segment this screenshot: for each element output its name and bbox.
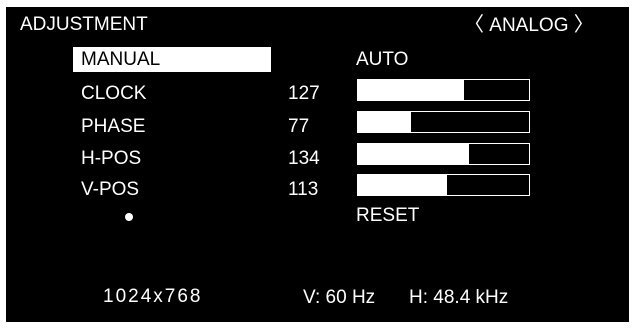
input-mode-indicator: 〈 ANALOG 〉 [464,14,594,37]
phase-value: 77 [288,116,310,137]
phase-slider-fill [358,112,411,132]
mode-left-bracket: 〈 [464,14,484,36]
bullet-dot-icon [125,213,133,221]
menu-title: ADJUSTMENT [20,14,148,35]
reset-button[interactable]: RESET [356,205,419,227]
resolution-readout: 1024x768 [103,286,203,307]
v-pos-label: V-POS [81,179,140,200]
v-pos-slider[interactable] [357,174,530,196]
h-pos-label: H-POS [81,148,142,169]
clock-slider-fill [358,80,465,100]
h-pos-value: 134 [288,148,320,169]
h-pos-slider[interactable] [357,143,530,165]
clock-slider[interactable] [357,79,530,101]
tab-manual[interactable]: MANUAL [73,47,271,72]
horizontal-frequency-readout: H: 48.4 kHz [409,287,509,308]
clock-label: CLOCK [81,83,147,104]
clock-value: 127 [288,83,320,104]
osd-adjustment-menu: ADJUSTMENT 〈 ANALOG 〉 MANUAL AUTO CLOCK … [6,7,629,322]
vertical-frequency-readout: V: 60 Hz [303,287,376,308]
mode-right-bracket: 〉 [573,14,594,36]
tab-auto[interactable]: AUTO [356,49,408,71]
v-pos-slider-fill [358,175,447,195]
v-pos-value: 113 [288,179,319,200]
phase-slider[interactable] [357,111,530,133]
phase-label: PHASE [81,116,146,137]
h-pos-slider-fill [358,144,470,164]
input-mode-label: ANALOG [489,15,569,36]
tab-manual-label: MANUAL [81,49,161,70]
